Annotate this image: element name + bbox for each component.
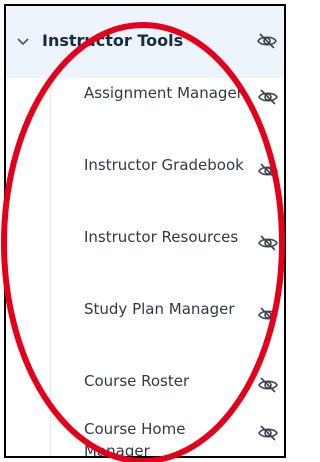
eye-off-icon[interactable] [257, 232, 279, 254]
list-item-instructor-gradebook[interactable]: Instructor Gradebook [6, 152, 284, 222]
eye-off-icon[interactable] [256, 30, 278, 52]
eye-off-icon[interactable] [257, 86, 279, 108]
eye-off-icon[interactable] [257, 160, 279, 182]
item-label: Study Plan Manager [84, 300, 235, 318]
section-title: Instructor Tools [42, 31, 184, 50]
chevron-down-icon[interactable] [16, 34, 30, 48]
list-item-course-home-manager[interactable]: Course Home Manager [6, 416, 284, 458]
item-label: Instructor Resources [84, 228, 239, 246]
item-label: Course Roster [84, 372, 190, 390]
instructor-tools-panel: Instructor Tools Assignment Manager Inst… [4, 4, 286, 458]
eye-off-icon[interactable] [257, 374, 279, 396]
list-item-assignment-manager[interactable]: Assignment Manager [6, 80, 284, 150]
list-item-instructor-resources[interactable]: Instructor Resources [6, 224, 284, 294]
item-label: Assignment Manager [84, 84, 243, 102]
item-label: Instructor Gradebook [84, 156, 244, 174]
list-item-study-plan-manager[interactable]: Study Plan Manager [6, 296, 284, 366]
item-label: Course Home Manager [84, 420, 186, 458]
eye-off-icon[interactable] [257, 422, 279, 444]
section-header-instructor-tools[interactable]: Instructor Tools [6, 6, 284, 78]
eye-off-icon[interactable] [257, 304, 279, 326]
list-item-course-roster[interactable]: Course Roster [6, 368, 284, 414]
